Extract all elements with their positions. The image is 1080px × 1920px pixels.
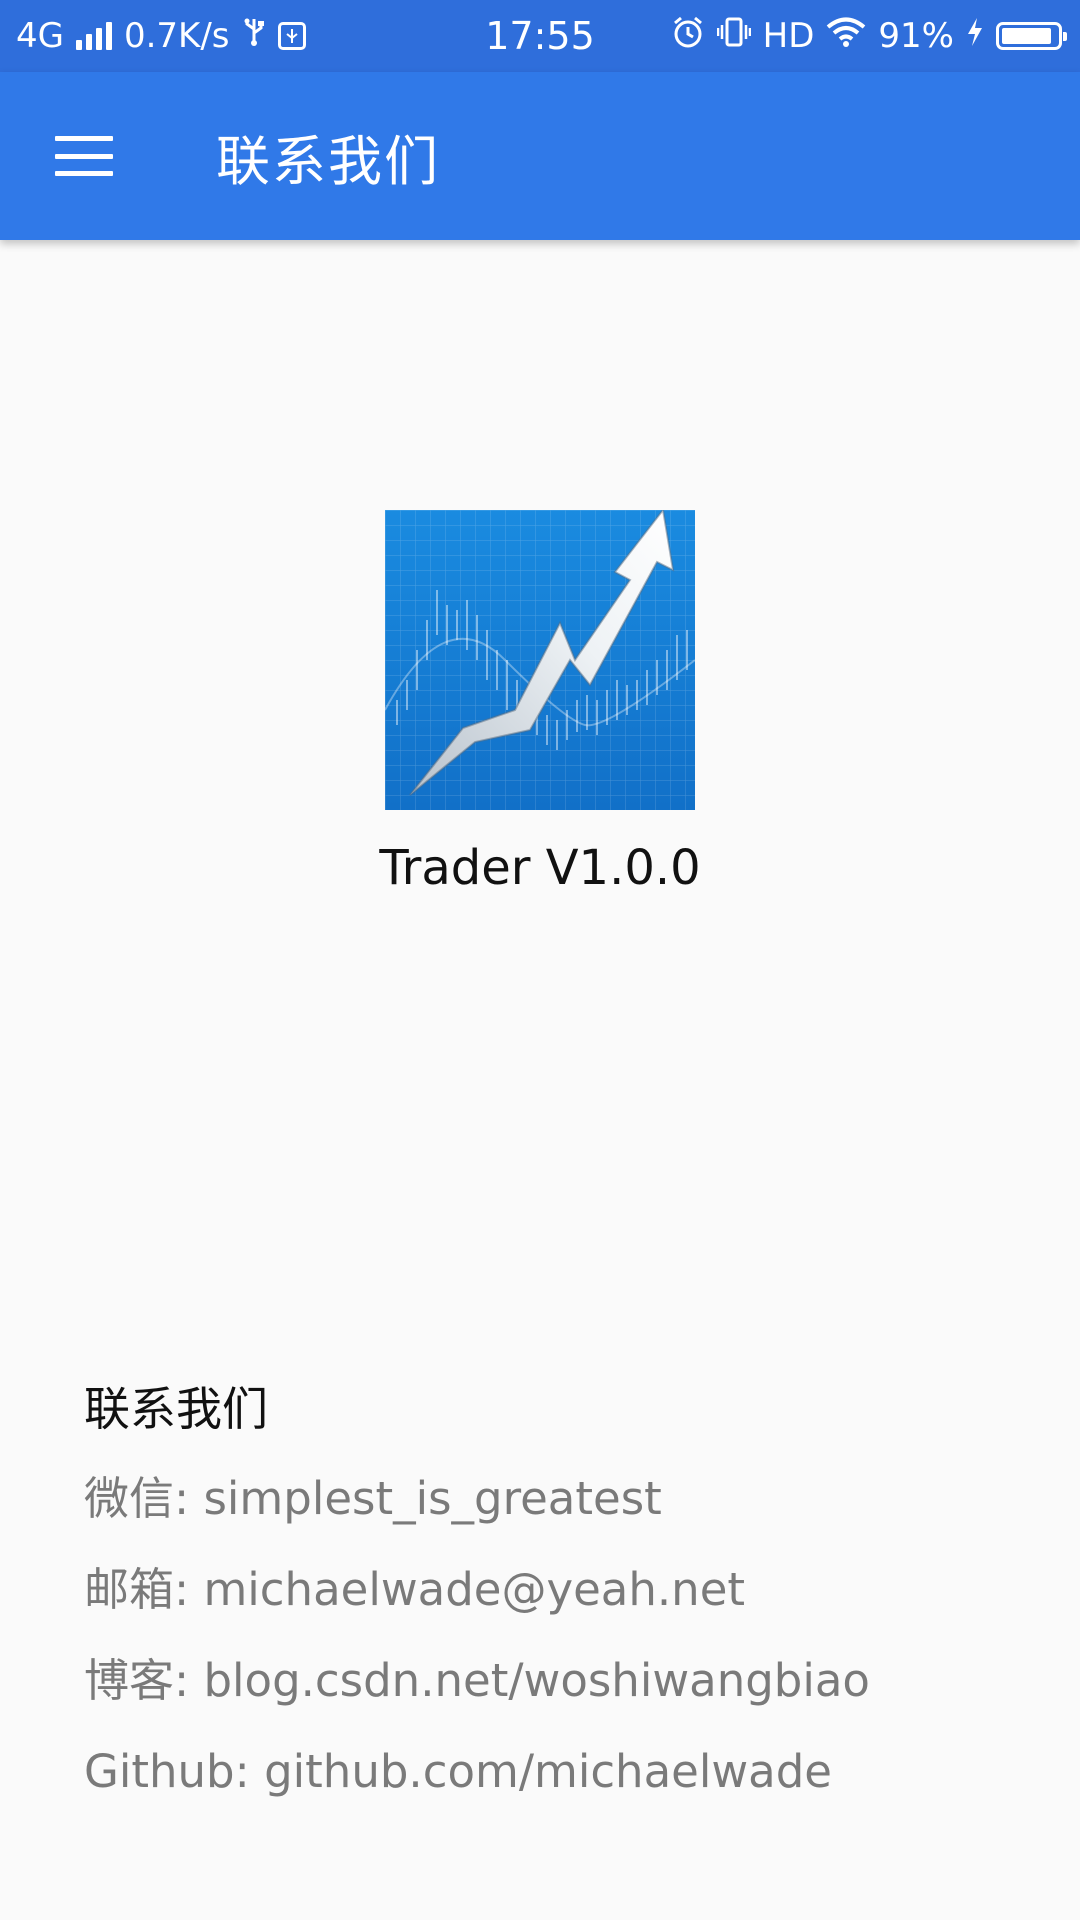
contact-blog[interactable]: 博客: blog.csdn.net/woshiwangbiao — [84, 1650, 1044, 1712]
trader-chart-arrow-icon — [384, 507, 696, 810]
contact-wechat: 微信: simplest_is_greatest — [84, 1472, 662, 1525]
status-bar: 4G 0.7K/s 17:55 HD 91% — [0, 0, 1080, 72]
vibrate-icon — [716, 15, 751, 58]
charging-icon — [966, 16, 984, 56]
contact-email[interactable]: 邮箱: michaelwade@yeah.net — [84, 1559, 1044, 1621]
battery-percent: 91% — [878, 16, 954, 56]
app-version: Trader V1.0.0 — [379, 840, 701, 896]
hamburger-menu-icon — [55, 136, 113, 176]
contact-github[interactable]: Github: github.com/michaelwade — [84, 1741, 1044, 1803]
menu-button[interactable] — [40, 116, 128, 196]
contact-heading: 联系我们 — [84, 1382, 268, 1436]
status-bar-right: HD 91% — [671, 0, 1067, 72]
app-bar: 联系我们 — [0, 72, 1080, 240]
battery-level — [1002, 28, 1052, 44]
alarm-icon — [671, 15, 705, 58]
page-title: 联系我们 — [216, 129, 440, 193]
battery-icon — [996, 22, 1067, 50]
wifi-icon — [826, 16, 866, 57]
contact-section: 联系我们 微信: simplest_is_greatest 邮箱: michae… — [84, 1378, 1044, 1832]
hd-indicator: HD — [762, 16, 815, 56]
